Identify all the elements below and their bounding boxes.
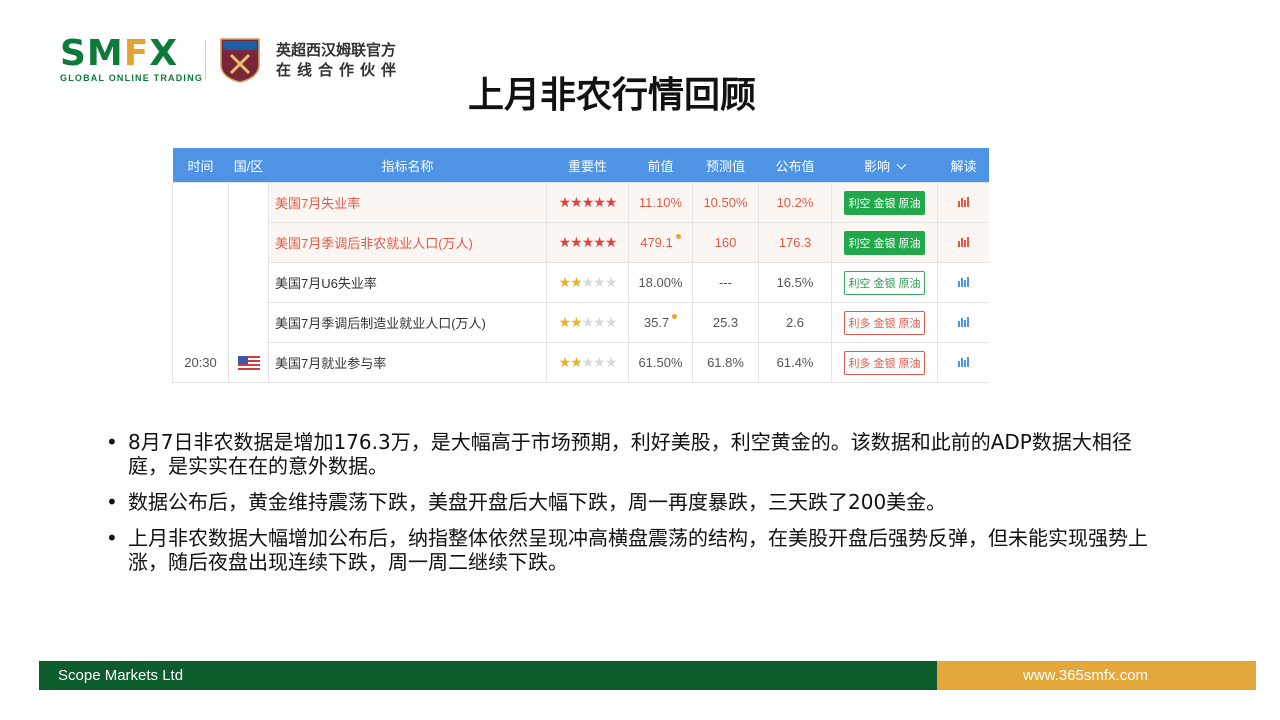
header-impact[interactable]: 影响 xyxy=(831,148,938,183)
forecast-value: 61.8% xyxy=(692,342,759,383)
importance-stars: ★★★★★ xyxy=(546,302,629,343)
us-flag-icon xyxy=(237,356,260,371)
forecast-value: 10.50% xyxy=(692,182,759,223)
impact-cell: 利多 金银 原油 xyxy=(831,342,938,383)
impact-badge: 利多 金银 原油 xyxy=(844,310,925,335)
analysis-cell[interactable] xyxy=(937,222,989,263)
analysis-cell[interactable] xyxy=(937,342,989,383)
revised-dot-icon xyxy=(675,234,681,239)
impact-badge: 利空 金银 原油 xyxy=(844,190,925,215)
table-row: 美国7月就业参与率 ★★★★★ 61.50% 61.8% 61.4% 利多 金银… xyxy=(173,342,989,383)
table-row: 美国7月季调后非农就业人口(万人) ★★★★★ 479.1 160 176.3 … xyxy=(173,222,989,263)
list-item: • 8月7日非农数据是增加176.3万，是大幅高于市场预期，利好美股，利空黄金的。… xyxy=(106,430,1132,478)
importance-stars: ★★★★★ xyxy=(546,182,629,223)
header-forecast: 预测值 xyxy=(692,148,759,183)
impact-cell: 利空 金银 原油 xyxy=(831,222,938,263)
table-row: 美国7月季调后制造业就业人口(万人) ★★★★★ 35.7 25.3 2.6 利… xyxy=(173,302,989,343)
summary-bullets: • 8月7日非农数据是增加176.3万，是大幅高于市场预期，利好美股，利空黄金的。… xyxy=(106,430,1166,586)
header-importance: 重要性 xyxy=(546,148,629,183)
previous-value: 11.10% xyxy=(628,182,693,223)
footer-url-bar: www.365smfx.com xyxy=(937,661,1256,690)
header-previous: 前值 xyxy=(628,148,693,183)
table-header-row: 时间 国/区 指标名称 重要性 前值 预测值 公布值 影响 解读 xyxy=(172,148,989,183)
forecast-value: 25.3 xyxy=(692,302,759,343)
previous-value: 35.7 xyxy=(628,302,693,343)
economic-calendar-table: 时间 国/区 指标名称 重要性 前值 预测值 公布值 影响 解读 20:30 美… xyxy=(172,148,989,386)
header-time: 时间 xyxy=(172,148,229,183)
actual-value: 2.6 xyxy=(758,302,832,343)
chevron-down-icon[interactable] xyxy=(896,159,907,169)
impact-badge: 利多 金银 原油 xyxy=(844,350,925,375)
previous-value: 61.50% xyxy=(628,342,693,383)
previous-value: 479.1 xyxy=(628,222,693,263)
bar-chart-icon[interactable] xyxy=(958,237,969,247)
impact-cell: 利多 金银 原油 xyxy=(831,302,938,343)
forecast-value: 160 xyxy=(692,222,759,263)
actual-value: 176.3 xyxy=(758,222,832,263)
footer-company-bar: Scope Markets Ltd xyxy=(39,661,937,690)
indicator-name[interactable]: 美国7月失业率 xyxy=(268,182,547,223)
page-title: 上月非农行情回顾 xyxy=(467,75,756,116)
footer-url[interactable]: www.365smfx.com xyxy=(1023,667,1148,684)
partner-line-1: 英超西汉姆联官方 xyxy=(276,41,397,59)
list-item: • 数据公布后，黄金维持震荡下跌，美盘开盘后大幅下跌，周一再度暴跌，三天跌了200… xyxy=(106,490,947,514)
importance-stars: ★★★★★ xyxy=(546,342,629,383)
actual-value: 10.2% xyxy=(758,182,832,223)
importance-stars: ★★★★★ xyxy=(546,222,629,263)
previous-value: 18.00% xyxy=(628,262,693,303)
indicator-name[interactable]: 美国7月季调后非农就业人口(万人) xyxy=(268,222,547,263)
importance-stars: ★★★★★ xyxy=(546,262,629,303)
impact-badge: 利空 金银 原油 xyxy=(844,270,925,295)
header-analysis: 解读 xyxy=(937,148,989,183)
bar-chart-icon[interactable] xyxy=(958,197,969,207)
actual-value: 16.5% xyxy=(758,262,832,303)
impact-cell: 利空 金银 原油 xyxy=(831,262,938,303)
indicator-name[interactable]: 美国7月季调后制造业就业人口(万人) xyxy=(268,302,547,343)
impact-cell: 利空 金银 原油 xyxy=(831,182,938,223)
indicator-name[interactable]: 美国7月就业参与率 xyxy=(268,342,547,383)
table-row: 美国7月U6失业率 ★★★★★ 18.00% --- 16.5% 利空 金银 原… xyxy=(173,262,989,303)
header-actual: 公布值 xyxy=(758,148,832,183)
indicator-name[interactable]: 美国7月U6失业率 xyxy=(268,262,547,303)
forecast-value: --- xyxy=(692,262,759,303)
bar-chart-icon[interactable] xyxy=(958,357,969,367)
analysis-cell[interactable] xyxy=(937,302,989,343)
actual-value: 61.4% xyxy=(758,342,832,383)
list-item: • 上月非农数据大幅增加公布后，纳指整体依然呈现冲高横盘震荡的结构，在美股开盘后强… xyxy=(106,526,1148,574)
revised-dot-icon xyxy=(672,314,678,319)
time-cell: 20:30 xyxy=(172,182,229,383)
table-row: 20:30 美国7月失业率 ★★★★★ 11.10% 10.50% 10.2% … xyxy=(172,182,989,383)
impact-badge: 利空 金银 原油 xyxy=(844,230,925,255)
analysis-cell[interactable] xyxy=(937,262,989,303)
header-indicator: 指标名称 xyxy=(268,148,547,183)
analysis-cell[interactable] xyxy=(937,182,989,223)
bar-chart-icon[interactable] xyxy=(958,277,969,287)
footer-company: Scope Markets Ltd xyxy=(58,667,184,684)
header-region: 国/区 xyxy=(228,148,269,183)
bar-chart-icon[interactable] xyxy=(958,317,969,327)
region-cell xyxy=(228,182,269,383)
